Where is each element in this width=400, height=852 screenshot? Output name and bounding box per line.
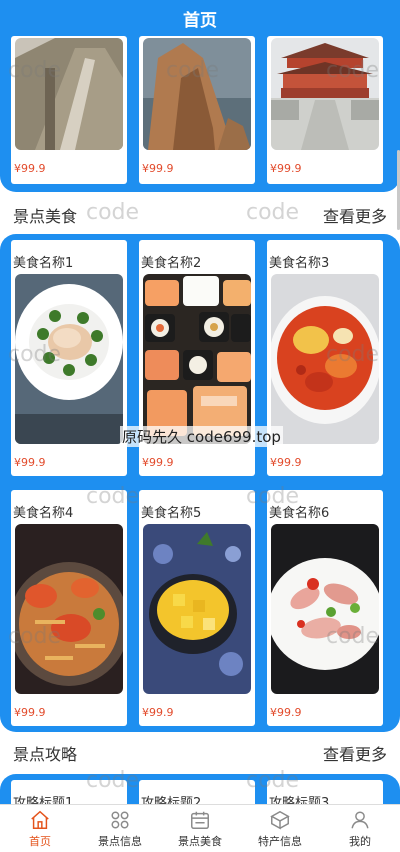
tab-label: 我的: [349, 834, 371, 848]
food-price: ¥99.9: [270, 706, 302, 719]
food-card[interactable]: 美食名称4 ¥99.9: [11, 490, 127, 726]
calendar-icon: [191, 811, 209, 829]
food-section-title: 景点美食: [13, 207, 78, 226]
guide-card[interactable]: 攻略标题3: [267, 780, 383, 804]
food-card-title: 美食名称2: [141, 256, 202, 271]
home-icon: [31, 810, 49, 829]
food-image-braised-fish: [15, 274, 123, 444]
guides-section-header: 景点攻略 查看更多: [0, 738, 400, 768]
guide-card-title: 攻略标题2: [141, 796, 202, 804]
tab-profile[interactable]: 我的: [320, 805, 400, 852]
page-header: 首页: [0, 0, 400, 36]
food-card[interactable]: 美食名称3 ¥99.9: [267, 240, 383, 476]
food-card-title: 美食名称4: [13, 506, 74, 521]
home-scroll-area[interactable]: ¥99.9 ¥99.9 ¥99.9 景点美食 查看更多 美食名称1 ¥99.9 …: [0, 36, 400, 804]
food-price: ¥99.9: [142, 456, 174, 469]
tab-label: 景点信息: [98, 834, 142, 848]
spot-price: ¥99.9: [270, 162, 302, 175]
tab-label: 首页: [29, 834, 51, 848]
food-card[interactable]: 美食名称1 ¥99.9: [11, 240, 127, 476]
guides-panel: 攻略标题1 攻略标题2 攻略标题3: [0, 774, 400, 804]
guides-more-link[interactable]: 查看更多: [323, 741, 387, 765]
food-price: ¥99.9: [142, 706, 174, 719]
tab-home[interactable]: 首页: [0, 805, 80, 852]
food-card-title: 美食名称5: [141, 506, 202, 521]
box-icon: [270, 810, 290, 829]
spot-card[interactable]: ¥99.9: [11, 36, 127, 184]
food-image-squid: [271, 524, 379, 694]
food-card[interactable]: 美食名称2 ¥99.9: [139, 240, 255, 476]
user-icon: [351, 810, 369, 828]
tab-spot-info[interactable]: 景点信息: [80, 805, 160, 852]
tab-specialty[interactable]: 特产信息: [240, 805, 320, 852]
spot-image-temple-gate: [271, 38, 379, 150]
food-card[interactable]: 美食名称6 ¥99.9: [267, 490, 383, 726]
spot-card[interactable]: ¥99.9: [267, 36, 383, 184]
guide-card-title: 攻略标题3: [269, 796, 330, 804]
guide-card[interactable]: 攻略标题1: [11, 780, 127, 804]
food-price: ¥99.9: [270, 456, 302, 469]
food-image-crab-pot: [15, 524, 123, 694]
spot-price: ¥99.9: [14, 162, 46, 175]
page-title: 首页: [183, 10, 217, 31]
food-card-title: 美食名称3: [269, 256, 330, 271]
food-card[interactable]: 美食名称5 ¥99.9: [139, 490, 255, 726]
tab-spot-food[interactable]: 景点美食: [160, 805, 240, 852]
food-more-link[interactable]: 查看更多: [323, 203, 387, 227]
spot-price: ¥99.9: [142, 162, 174, 175]
spot-image-sea-rocks: [143, 38, 251, 150]
tab-label: 景点美食: [178, 834, 222, 848]
food-card-title: 美食名称6: [269, 506, 330, 521]
spot-image-great-wall: [15, 38, 123, 150]
food-image-sushi: [143, 274, 251, 444]
food-panel: 美食名称1 ¥99.9 美食名称2 ¥99.9 美食名称3 ¥99.9 美食名称…: [0, 234, 400, 732]
guide-card[interactable]: 攻略标题2: [139, 780, 255, 804]
food-price: ¥99.9: [14, 706, 46, 719]
spot-card[interactable]: ¥99.9: [139, 36, 255, 184]
food-card-title: 美食名称1: [13, 256, 74, 271]
food-price: ¥99.9: [14, 456, 46, 469]
grid-icon: [111, 810, 129, 829]
food-image-mango-bowl: [143, 524, 251, 694]
food-section-header: 景点美食 查看更多: [0, 200, 400, 230]
food-image-tomato-egg: [271, 274, 379, 444]
guides-section-title: 景点攻略: [13, 745, 78, 764]
tab-label: 特产信息: [258, 834, 302, 848]
spots-panel: ¥99.9 ¥99.9 ¥99.9: [0, 36, 400, 192]
guide-card-title: 攻略标题1: [13, 796, 74, 804]
bottom-tab-bar: 首页 景点信息 景点美食 特产信息 我的: [0, 804, 400, 852]
